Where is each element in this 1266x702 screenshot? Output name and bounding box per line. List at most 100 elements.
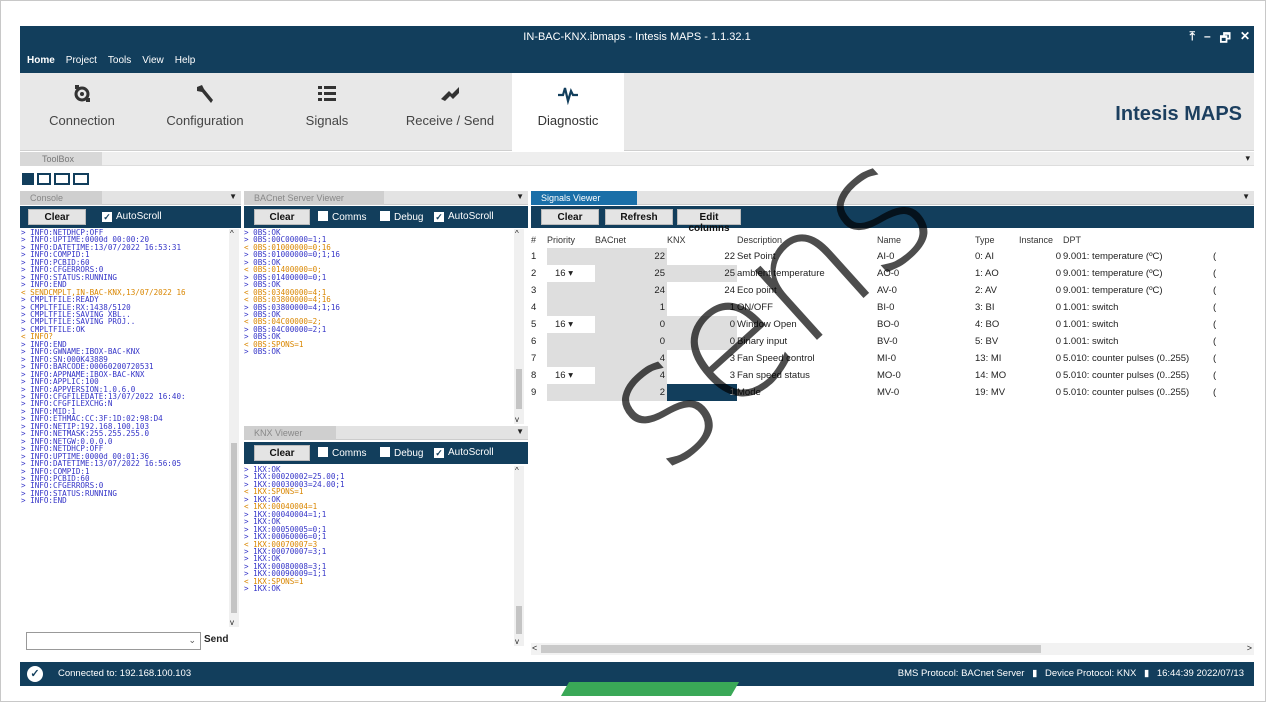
scroll-down-icon[interactable]: v — [515, 415, 519, 424]
menu-view[interactable]: View — [142, 55, 164, 66]
table-cell-p[interactable]: 16 ▾ — [547, 265, 595, 282]
column-header[interactable]: Priority — [547, 231, 595, 248]
column-header[interactable] — [1213, 231, 1243, 248]
table-cell-c[interactable]: ( — [1213, 333, 1243, 350]
table-cell-k[interactable]: 24 — [667, 282, 737, 299]
knx-dropdown-icon[interactable]: ▼ — [516, 427, 524, 436]
table-cell-k[interactable]: 0 — [667, 333, 737, 350]
edit-columns-button[interactable]: Edit columns — [677, 209, 741, 234]
table-cell-inst[interactable]: 0 — [1019, 333, 1063, 350]
table-cell-d[interactable]: ON/OFF — [737, 299, 877, 316]
table-cell-d[interactable]: Eco point — [737, 282, 877, 299]
knx-clear-button[interactable]: Clear — [254, 445, 310, 461]
bacnet-scroll-thumb[interactable] — [516, 369, 522, 409]
chevron-down-icon[interactable]: ⌄ — [188, 635, 196, 646]
column-header[interactable]: BACnet — [595, 231, 667, 248]
table-cell-name[interactable]: BI-0 — [877, 299, 975, 316]
table-cell-p[interactable] — [547, 384, 595, 401]
tab-configuration[interactable]: Configuration — [144, 73, 266, 151]
scroll-down-icon[interactable]: v — [515, 637, 519, 646]
scroll-up-icon[interactable]: ^ — [515, 229, 519, 238]
table-cell-type[interactable]: 2: AV — [975, 282, 1019, 299]
table-cell-dpt[interactable]: 9.001: temperature (ºC) — [1063, 282, 1213, 299]
table-cell-c[interactable]: ( — [1213, 282, 1243, 299]
table-cell-b[interactable]: 2 — [595, 384, 667, 401]
console-command-input[interactable]: ⌄ — [26, 632, 201, 650]
table-row[interactable]: 4 1 1 ON/OFF BI-0 3: BI 0 1.001: switch( — [531, 299, 1243, 316]
table-cell-b[interactable]: 22 — [595, 248, 667, 265]
chevron-down-icon[interactable]: ▾ — [566, 268, 573, 279]
table-cell-type[interactable]: 19: MV — [975, 384, 1019, 401]
column-header[interactable]: # — [531, 231, 547, 248]
table-cell-dpt[interactable]: 5.010: counter pulses (0..255) — [1063, 350, 1213, 367]
table-cell-n[interactable]: 7 — [531, 350, 547, 367]
column-header[interactable]: Instance — [1019, 231, 1063, 248]
table-row[interactable]: 9 2 1 Mode MV-0 19: MV 0 5.010: counter pulses … — [531, 384, 1243, 401]
table-cell-d[interactable]: Mode — [737, 384, 877, 401]
table-row[interactable]: 2 16 ▾ 25 25 ambient temperature AO-0 1: AO 0 9.… — [531, 265, 1243, 282]
chevron-down-icon[interactable]: ▾ — [566, 370, 573, 381]
table-cell-inst[interactable]: 0 — [1019, 248, 1063, 265]
tab-diagnostic[interactable]: Diagnostic — [512, 73, 624, 151]
column-header[interactable]: DPT — [1063, 231, 1213, 248]
table-row[interactable]: 1 22 22 Set Point AI-0 0: AI 0 9.001: temperatu… — [531, 248, 1243, 265]
table-cell-name[interactable]: MV-0 — [877, 384, 975, 401]
scroll-down-icon[interactable]: v — [230, 618, 234, 627]
table-cell-c[interactable]: ( — [1213, 367, 1243, 384]
toolbox-tab[interactable]: ToolBox — [20, 152, 102, 166]
table-cell-b[interactable]: 0 — [595, 316, 667, 333]
table-row[interactable]: 3 24 24 Eco point AV-0 2: AV 0 9.001: temperatu… — [531, 282, 1243, 299]
table-cell-inst[interactable]: 0 — [1019, 265, 1063, 282]
table-cell-b[interactable]: 4 — [595, 350, 667, 367]
table-cell-k[interactable]: 0 — [667, 316, 737, 333]
signals-clear-button[interactable]: Clear — [541, 209, 599, 225]
table-cell-p[interactable]: 16 ▾ — [547, 367, 595, 384]
table-cell-n[interactable]: 8 — [531, 367, 547, 384]
table-cell-k[interactable]: 25 — [667, 265, 737, 282]
table-row[interactable]: 8 16 ▾ 4 3 Fan speed status MO-0 14: MO 0 5.010:… — [531, 367, 1243, 384]
table-cell-n[interactable]: 9 — [531, 384, 547, 401]
table-cell-p[interactable] — [547, 299, 595, 316]
signals-dropdown-icon[interactable]: ▼ — [1242, 192, 1250, 201]
bacnet-debug-checkbox[interactable]: Debug — [380, 211, 423, 223]
table-cell-b[interactable]: 0 — [595, 333, 667, 350]
console-autoscroll-checkbox[interactable]: ✓ AutoScroll — [102, 211, 162, 222]
menu-help[interactable]: Help — [175, 55, 196, 66]
table-row[interactable]: 7 4 3 Fan Speed control MI-0 13: MI 0 5.010: co… — [531, 350, 1243, 367]
table-cell-dpt[interactable]: 1.001: switch — [1063, 299, 1213, 316]
table-cell-n[interactable]: 1 — [531, 248, 547, 265]
table-row[interactable]: 5 16 ▾ 0 0 Window Open BO-0 4: BO 0 1.001: switc… — [531, 316, 1243, 333]
knx-autoscroll-checkbox[interactable]: ✓ AutoScroll — [434, 447, 494, 458]
console-dropdown-icon[interactable]: ▼ — [229, 192, 237, 201]
table-cell-n[interactable]: 6 — [531, 333, 547, 350]
upload-icon[interactable]: ⤒ — [1190, 29, 1195, 50]
column-header[interactable]: Name — [877, 231, 975, 248]
menu-tools[interactable]: Tools — [108, 55, 131, 66]
bacnet-clear-button[interactable]: Clear — [254, 209, 310, 225]
bacnet-dropdown-icon[interactable]: ▼ — [516, 192, 524, 201]
console-clear-button[interactable]: Clear — [28, 209, 86, 225]
table-row[interactable]: 6 0 0 Binary input BV-0 5: BV 0 1.001: switch( — [531, 333, 1243, 350]
table-cell-dpt[interactable]: 5.010: counter pulses (0..255) — [1063, 367, 1213, 384]
table-cell-n[interactable]: 2 — [531, 265, 547, 282]
bacnet-scrollbar[interactable]: ^ v — [514, 229, 524, 424]
table-cell-p[interactable] — [547, 350, 595, 367]
table-cell-c[interactable]: ( — [1213, 350, 1243, 367]
column-header[interactable]: Type — [975, 231, 1019, 248]
table-cell-inst[interactable]: 0 — [1019, 367, 1063, 384]
minimize-icon[interactable]: – — [1204, 29, 1211, 50]
table-cell-d[interactable]: Window Open — [737, 316, 877, 333]
table-cell-d[interactable]: ambient temperature — [737, 265, 877, 282]
table-cell-name[interactable]: MO-0 — [877, 367, 975, 384]
table-cell-type[interactable]: 14: MO — [975, 367, 1019, 384]
knx-scroll-thumb[interactable] — [516, 606, 522, 634]
table-cell-inst[interactable]: 0 — [1019, 316, 1063, 333]
scroll-up-icon[interactable]: ^ — [230, 229, 234, 238]
table-cell-b[interactable]: 1 — [595, 299, 667, 316]
table-cell-name[interactable]: BV-0 — [877, 333, 975, 350]
console-send-button[interactable]: Send — [204, 634, 228, 645]
panel-alt-icon[interactable] — [73, 173, 89, 185]
scroll-up-icon[interactable]: ^ — [515, 466, 519, 475]
knx-scrollbar[interactable]: ^ v — [514, 466, 524, 646]
table-cell-dpt[interactable]: 1.001: switch — [1063, 316, 1213, 333]
